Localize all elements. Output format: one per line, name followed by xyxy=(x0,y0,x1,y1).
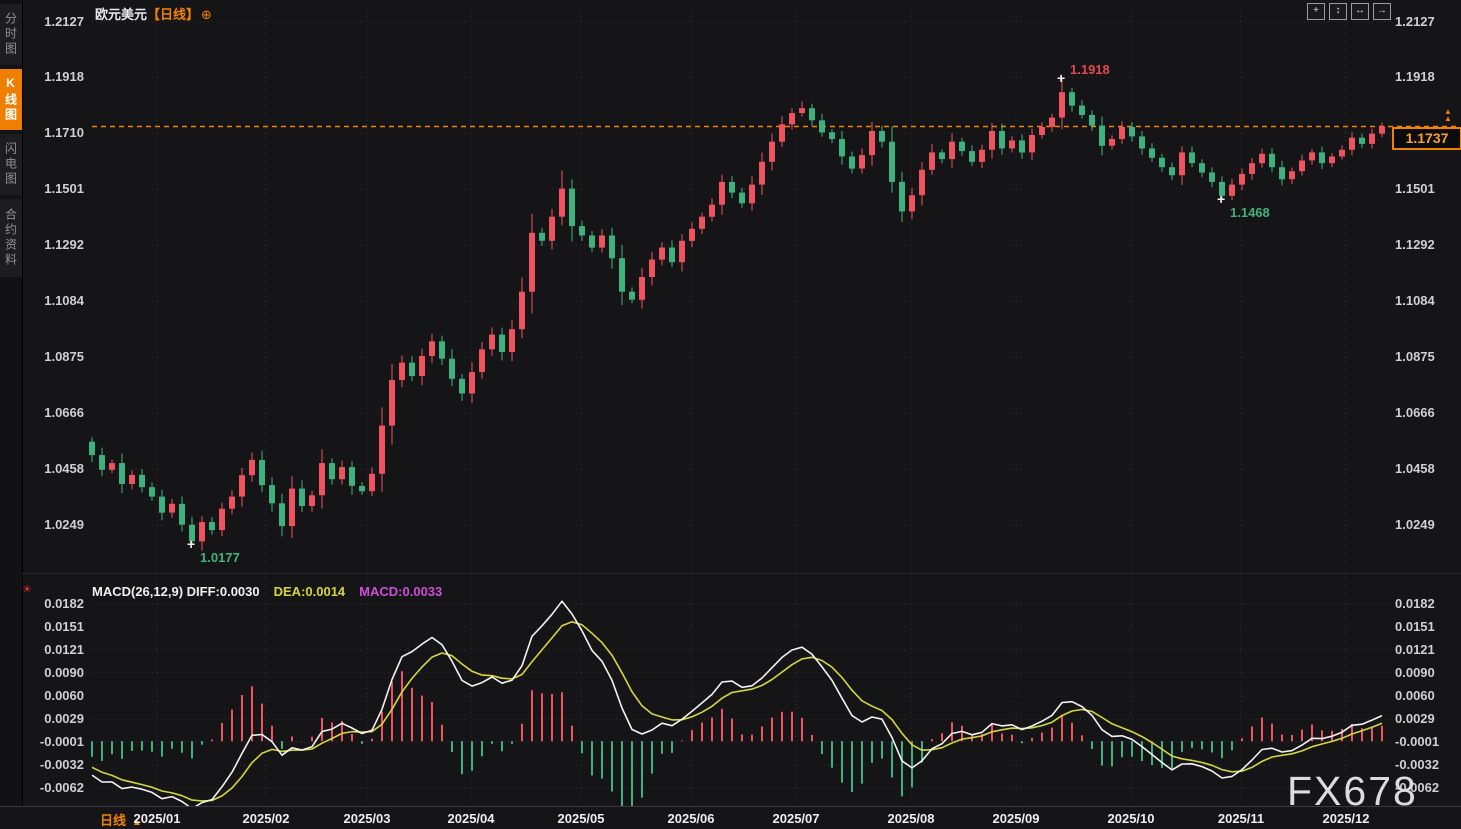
price-tick-right: 1.0875 xyxy=(1395,349,1457,365)
price-tick-left: 1.0249 xyxy=(0,517,84,533)
macd-tick-left: 0.0029 xyxy=(0,711,84,727)
low-price-annotation: 1.0177 xyxy=(200,550,240,565)
macd-dea-value: DEA:0.0014 xyxy=(274,584,346,599)
high-price-annotation: 1.1918 xyxy=(1070,62,1110,77)
fx678-watermark: FX678 xyxy=(1287,768,1418,815)
date-tick-label: 2025/07 xyxy=(754,811,838,826)
price-tick-right: 1.1501 xyxy=(1395,181,1457,197)
date-tick-label: 2025/03 xyxy=(325,811,409,826)
macd-tick-right: 0.0182 xyxy=(1395,596,1457,612)
latest-price-arrow-icon[interactable]: ▲▲ xyxy=(1444,108,1452,122)
macd-tick-left: 0.0121 xyxy=(0,642,84,658)
extreme-cross-marker: + xyxy=(1057,73,1065,83)
date-tick-label: 2025/01 xyxy=(115,811,199,826)
extreme-cross-marker: + xyxy=(1217,194,1225,204)
price-tick-left: 1.1918 xyxy=(0,69,84,85)
macd-tick-right: 0.0151 xyxy=(1395,619,1457,635)
date-tick-label: 2025/04 xyxy=(429,811,513,826)
price-tick-left: 1.1292 xyxy=(0,237,84,253)
chart-toolbar: +↕↔→ xyxy=(1307,3,1391,20)
macd-tick-right: 0.0090 xyxy=(1395,665,1457,681)
current-price-badge: 1.1737 xyxy=(1392,127,1461,150)
indicator-settings-icon[interactable]: ☀ xyxy=(22,583,32,596)
price-tick-left: 1.1710 xyxy=(0,125,84,141)
price-tick-right: 1.0666 xyxy=(1395,405,1457,421)
macd-header: MACD(26,12,9) DIFF:0.0030 DEA:0.0014 MACD:… xyxy=(92,584,442,599)
price-tick-left: 1.1501 xyxy=(0,181,84,197)
macd-tick-left: -0.0032 xyxy=(0,757,84,773)
price-tick-right: 1.1918 xyxy=(1395,69,1457,85)
date-tick-label: 2025/08 xyxy=(869,811,953,826)
period-tag: 【日线】 xyxy=(147,7,199,22)
zoom-y-axis-icon[interactable]: ↕ xyxy=(1329,3,1347,20)
macd-tick-right: -0.0001 xyxy=(1395,734,1457,750)
macd-tick-right: 0.0060 xyxy=(1395,688,1457,704)
low-price-annotation: 1.1468 xyxy=(1230,205,1270,220)
date-tick-label: 2025/10 xyxy=(1089,811,1173,826)
price-tick-left: 1.2127 xyxy=(0,14,84,30)
price-tick-right: 1.0458 xyxy=(1395,461,1457,477)
pan-right-icon[interactable]: → xyxy=(1373,3,1391,20)
zoom-x-axis-icon[interactable]: ↔ xyxy=(1351,3,1369,20)
crosshair-move-icon[interactable]: + xyxy=(1307,3,1325,20)
macd-tick-right: 0.0029 xyxy=(1395,711,1457,727)
macd-name-diff-value: MACD(26,12,9) DIFF:0.0030 xyxy=(92,584,260,599)
date-tick-label: 2025/09 xyxy=(974,811,1058,826)
price-tick-left: 1.1084 xyxy=(0,293,84,309)
expand-icon[interactable]: ⊕ xyxy=(201,7,212,22)
macd-tick-left: 0.0060 xyxy=(0,688,84,704)
macd-tick-left: 0.0090 xyxy=(0,665,84,681)
macd-tick-left: 0.0182 xyxy=(0,596,84,612)
price-tick-left: 1.0458 xyxy=(0,461,84,477)
price-tick-left: 1.0875 xyxy=(0,349,84,365)
chart-application: 分时图K线图闪电图合约资料 欧元美元【日线】⊕ +↕↔→ ☀ MACD(26,1… xyxy=(0,0,1461,829)
symbol-name: 欧元美元 xyxy=(95,7,147,22)
macd-tick-right: 0.0121 xyxy=(1395,642,1457,658)
extreme-cross-marker: + xyxy=(187,539,195,549)
macd-tick-left: 0.0151 xyxy=(0,619,84,635)
date-tick-label: 2025/11 xyxy=(1199,811,1283,826)
date-tick-label: 2025/05 xyxy=(539,811,623,826)
price-tick-right: 1.1292 xyxy=(1395,237,1457,253)
price-tick-left: 1.0666 xyxy=(0,405,84,421)
date-tick-label: 2025/06 xyxy=(649,811,733,826)
candlestick-macd-plot[interactable] xyxy=(0,0,1461,829)
macd-tick-left: -0.0062 xyxy=(0,780,84,796)
price-tick-right: 1.2127 xyxy=(1395,14,1457,30)
date-tick-label: 2025/02 xyxy=(224,811,308,826)
macd-macd-value: MACD:0.0033 xyxy=(359,584,442,599)
price-tick-right: 1.0249 xyxy=(1395,517,1457,533)
chart-title: 欧元美元【日线】⊕ xyxy=(95,4,212,23)
macd-tick-left: -0.0001 xyxy=(0,734,84,750)
panel-divider xyxy=(22,573,1461,574)
price-tick-right: 1.1084 xyxy=(1395,293,1457,309)
